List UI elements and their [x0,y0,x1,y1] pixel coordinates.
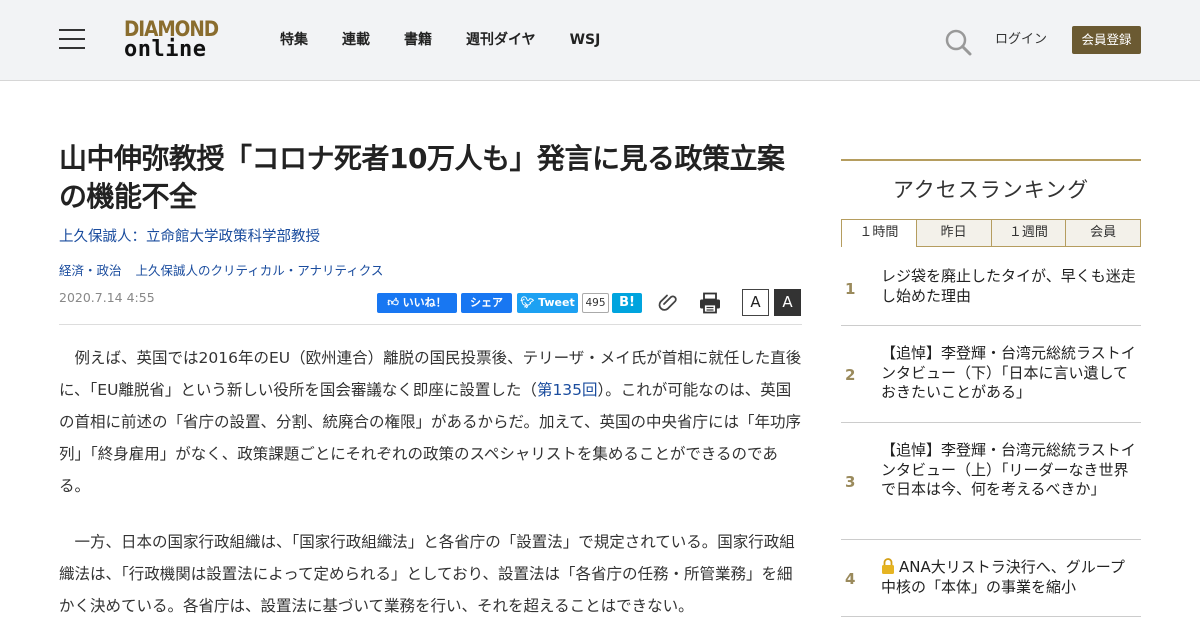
font-size-large-button[interactable]: A [774,289,801,316]
ranking-item-text: レジ袋を廃止したタイが、早くも迷走し始めた理由 [881,267,1136,305]
nav-item-shoseki[interactable]: 書籍 [404,31,432,49]
ranking-number: 3 [845,473,856,491]
facebook-share-button[interactable]: シェア [461,293,512,313]
article-paragraph-2: 一方、日本の国家行政組織は、「国家行政組織法」と各省庁の「設置法」で規定されてい… [59,533,795,615]
clip-icon[interactable] [658,291,680,313]
twitter-bird-icon: 🐦︎ [520,296,539,309]
hatena-count: 495 [582,293,609,313]
site-logo[interactable]: DIAMOND online [124,17,228,63]
tab-members[interactable]: 会員 [1066,219,1141,247]
ranking-tabs: １時間 昨日 １週間 会員 [841,219,1141,247]
login-link[interactable]: ログイン [995,31,1047,49]
print-icon[interactable] [699,292,721,314]
ranking-item-1[interactable]: 1 レジ袋を廃止したタイが、早くも迷走し始めた理由 [841,251,1141,326]
ranking-top-rule [841,159,1141,161]
nav-item-tokushu[interactable]: 特集 [280,31,308,49]
nav-item-weekly-diamond[interactable]: 週刊ダイヤ [466,31,536,49]
ranking-item-text: ANA大リストラ決行へ、グループ中核の「本体」の事業を縮小 [881,558,1139,597]
nav-item-rensai[interactable]: 連載 [342,31,370,49]
hatena-bookmark-button[interactable]: B! [612,293,642,313]
article-divider [59,324,802,325]
facebook-like-button[interactable]: 👍︎ いいね！ [377,293,457,313]
tag-series[interactable]: 上久保誠人のクリティカル・アナリティクス [136,262,384,280]
article-title: 山中伸弥教授「コロナ死者10万人も」発言に見る政策立案の機能不全 [59,142,785,213]
ranking-item-2[interactable]: 2 【追悼】李登輝・台湾元総統ラストインタビュー（下）「日本に言い遺しておきたい… [841,326,1141,423]
ranking-title: アクセスランキング [892,178,1090,202]
search-icon[interactable] [944,28,972,56]
ranking-number: 4 [845,570,856,588]
nav-item-wsj[interactable]: WSJ [570,31,601,49]
ranking-item-text: 【追悼】李登輝・台湾元総統ラストインタビュー（下）「日本に言い遺しておきたいこと… [881,344,1136,401]
article-date: 2020.7.14 4:55 [59,290,155,305]
ranking-number: 1 [845,280,856,298]
register-button[interactable]: 会員登録 [1072,26,1141,54]
tab-1week[interactable]: １週間 [991,219,1067,247]
article-paragraph-1: 例えば、英国では2016年のEU（欧州連合）離脱の国民投票後、テリーザ・メイ氏が… [59,342,802,502]
main-nav: 特集 連載 書籍 週刊ダイヤ WSJ [280,31,634,49]
ranking-number: 2 [845,366,856,384]
site-header: DIAMOND online 特集 連載 書籍 週刊ダイヤ WSJ ログイン 会… [0,0,1200,81]
ranking-item-3[interactable]: 3 【追悼】李登輝・台湾元総統ラストインタビュー（上）「リーダーなき世界で日本は… [841,423,1141,540]
article-author[interactable]: 上久保誠人：立命館大学政策科学部教授 [59,228,320,246]
ranking-item-4[interactable]: 4 ANA大リストラ決行へ、グループ中核の「本体」の事業を縮小 [841,540,1141,617]
facebook-like-label: いいね！ [402,296,447,309]
menu-icon[interactable] [59,29,85,49]
tab-1hour[interactable]: １時間 [841,219,917,247]
article-tags: 経済・政治 上久保誠人のクリティカル・アナリティクス [59,262,397,280]
tab-yesterday[interactable]: 昨日 [916,219,992,247]
thumbs-up-icon: 👍︎ [387,296,403,309]
tag-category[interactable]: 経済・政治 [59,262,122,280]
lock-icon [882,558,894,574]
tweet-button[interactable]: 🐦︎ Tweet [517,293,578,313]
ranking-item-4-label: ANA大リストラ決行へ、グループ中核の「本体」の事業を縮小 [881,558,1125,596]
logo-line2: online [124,37,207,62]
ranking-item-text: 【追悼】李登輝・台湾元総統ラストインタビュー（上）「リーダーなき世界で日本は今、… [881,441,1136,498]
series-link[interactable]: 第135回 [537,381,598,399]
tweet-label: Tweet [538,296,575,309]
font-size-small-button[interactable]: A [742,289,769,316]
